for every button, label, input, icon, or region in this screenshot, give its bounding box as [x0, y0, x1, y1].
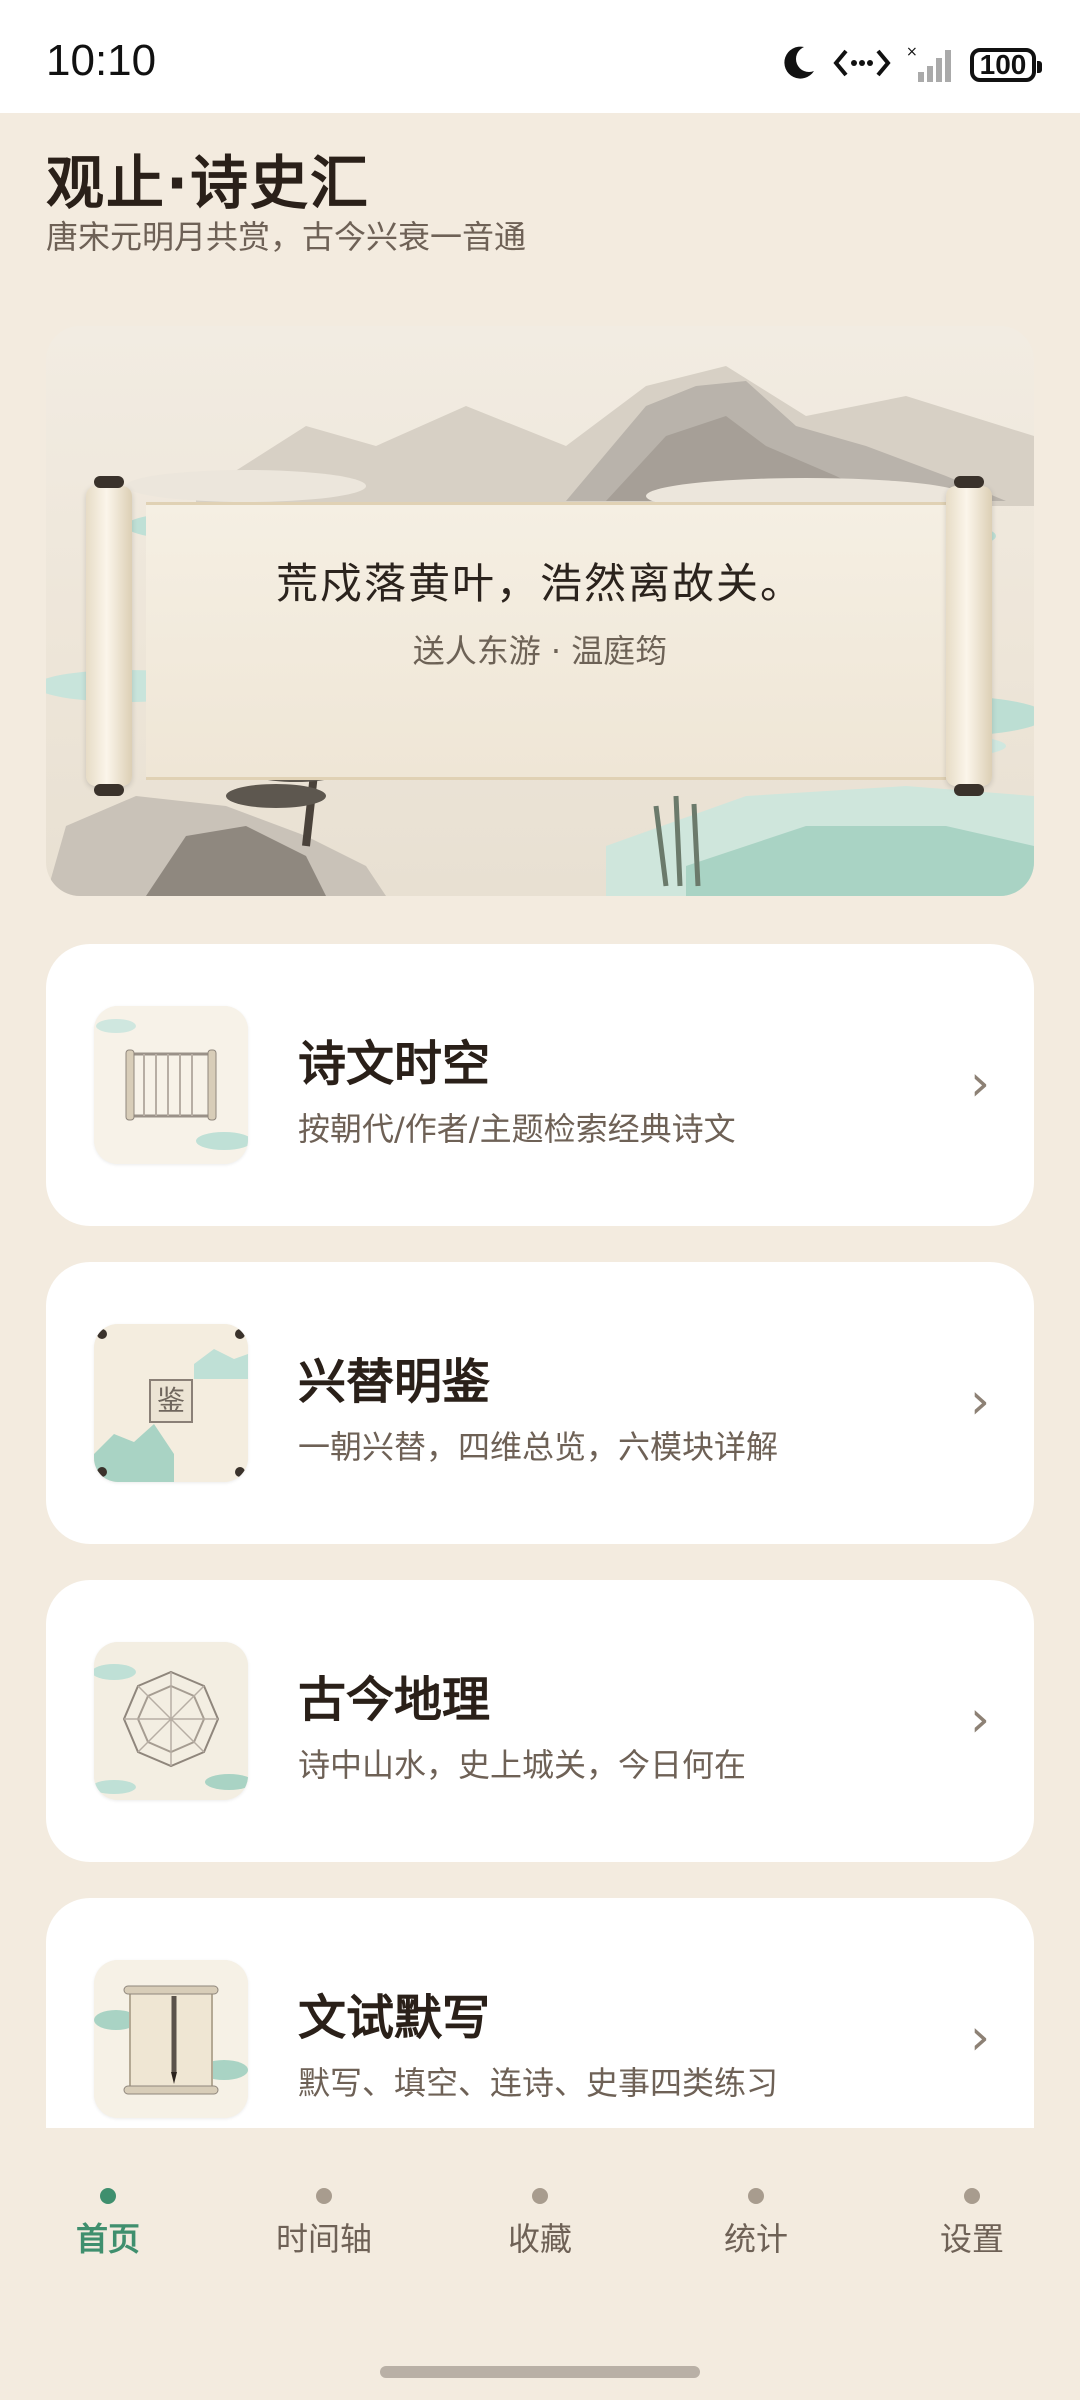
app-title: 观止·诗史汇 [46, 149, 371, 217]
chevron-right-icon: › [970, 2008, 990, 2066]
nav-dot-icon [532, 2188, 548, 2204]
card-rise-fall[interactable]: 鉴 兴替明鉴 一朝兴替，四维总览，六模块详解 › [46, 1262, 1034, 1544]
status-icons: × 100 [778, 40, 1042, 90]
mirror-seal-icon: 鉴 [94, 1324, 248, 1482]
nav-label: 设置 [939, 2220, 1004, 2258]
nav-settings[interactable]: 设置 [892, 2188, 1052, 2260]
nav-label: 时间轴 [275, 2220, 372, 2258]
home-indicator[interactable] [380, 2366, 700, 2378]
card-title: 古今地理 [298, 1672, 491, 1728]
brush-scroll-icon [94, 1960, 248, 2118]
hero-banner[interactable]: 荒戍落黄叶，浩然离故关。 送人东游 · 温庭筠 [46, 326, 1034, 896]
nav-dot-icon [748, 2188, 764, 2204]
nav-stats[interactable]: 统计 [676, 2188, 836, 2260]
nav-dot-icon [964, 2188, 980, 2204]
chevron-right-icon: › [970, 1054, 990, 1112]
nav-timeline[interactable]: 时间轴 [244, 2188, 404, 2260]
nav-dot-icon [100, 2188, 116, 2204]
card-title: 兴替明鉴 [298, 1354, 491, 1410]
card-poetry-space[interactable]: 诗文时空 按朝代/作者/主题检索经典诗文 › [46, 944, 1034, 1226]
nav-label: 首页 [75, 2220, 140, 2258]
card-desc: 一朝兴替，四维总览，六模块详解 [298, 1428, 779, 1466]
signal-icon: × [906, 42, 956, 88]
svg-text:×: × [906, 44, 918, 60]
status-time: 10:10 [46, 36, 157, 85]
data-transfer-icon [832, 43, 892, 87]
seal-char: 鉴 [157, 1384, 185, 1417]
nav-home[interactable]: 首页 [28, 2188, 188, 2260]
moon-icon [778, 43, 818, 87]
chevron-right-icon: › [970, 1690, 990, 1748]
app-subtitle: 唐宋元明月共赏，古今兴衰一音通 [46, 218, 527, 256]
card-desc: 按朝代/作者/主题检索经典诗文 [298, 1110, 736, 1148]
scroll-icon [94, 1006, 248, 1164]
card-desc: 默写、填空、连诗、史事四类练习 [298, 2064, 779, 2102]
card-title: 诗文时空 [298, 1036, 491, 1092]
card-title: 文试默写 [298, 1990, 491, 2046]
nav-dot-icon [316, 2188, 332, 2204]
card-desc: 诗中山水，史上城关，今日何在 [298, 1746, 747, 1784]
card-geography[interactable]: 古今地理 诗中山水，史上城关，今日何在 › [46, 1580, 1034, 1862]
nav-label: 统计 [723, 2220, 788, 2258]
battery-icon: 100 [970, 48, 1042, 82]
card-clip: 文试默写 默写、填空、连诗、史事四类练习 › [0, 1898, 1080, 2128]
compass-map-icon [94, 1642, 248, 1800]
bottom-nav: 首页 时间轴 收藏 统计 设置 [0, 2128, 1080, 2400]
hero-quote: 荒戍落黄叶，浩然离故关。 [275, 559, 804, 608]
chevron-right-icon: › [970, 1372, 990, 1430]
hero-quote-source: 送人东游 · 温庭筠 [412, 632, 668, 670]
status-bar: 10:10 × 100 [0, 0, 1080, 113]
nav-favorites[interactable]: 收藏 [460, 2188, 620, 2260]
card-dictation[interactable]: 文试默写 默写、填空、连诗、史事四类练习 › [46, 1898, 1034, 2128]
nav-label: 收藏 [507, 2220, 572, 2258]
